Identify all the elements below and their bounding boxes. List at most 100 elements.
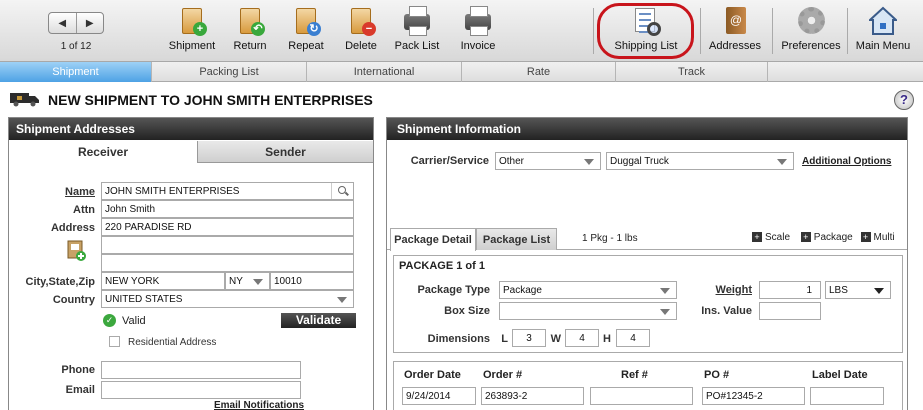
package-type-select[interactable]: Package	[499, 281, 677, 299]
ref-number-label: Ref #	[621, 369, 648, 381]
width-label: W	[550, 333, 561, 345]
return-button[interactable]: ↶ Return	[230, 6, 270, 52]
order-number-field[interactable]: 263893-2	[481, 387, 584, 405]
carrier-service-label: Carrier/Service	[410, 155, 489, 167]
email-notifications-link[interactable]: Email Notifications	[214, 400, 304, 410]
attn-field[interactable]: John Smith	[101, 200, 354, 218]
city-state-zip-label: City,State,Zip	[25, 276, 95, 288]
box-size-select[interactable]	[499, 302, 677, 320]
tab-sender[interactable]: Sender	[197, 141, 373, 163]
plus-icon: +	[193, 22, 207, 36]
title-row: NEW SHIPMENT TO JOHN SMITH ENTERPRISES ?	[0, 88, 923, 112]
toolbar-divider	[593, 8, 594, 54]
order-number-label: Order #	[483, 369, 523, 381]
ins-value-field[interactable]	[759, 302, 821, 320]
package-detail-box: PACKAGE 1 of 1 Package Type Package Box …	[393, 255, 903, 353]
toolbar-divider	[847, 8, 848, 54]
package-type-label: Package Type	[417, 284, 490, 296]
valid-status: Valid	[122, 315, 146, 327]
next-record-button[interactable]: ▶	[77, 13, 104, 33]
address-tabs: Receiver Sender	[9, 141, 373, 163]
main-menu-button[interactable]: Main Menu	[852, 6, 914, 52]
multi-button[interactable]: + Multi	[860, 232, 895, 243]
zip-field[interactable]: 10010	[270, 272, 354, 290]
minus-icon: −	[362, 22, 376, 36]
tab-track[interactable]: Track	[616, 62, 768, 82]
gear-icon	[798, 7, 825, 34]
repeat-button[interactable]: ↻ Repeat	[286, 6, 326, 52]
weight-field[interactable]: 1	[759, 281, 821, 299]
tab-package-list[interactable]: Package List	[476, 228, 557, 250]
tab-international[interactable]: International	[307, 62, 462, 82]
ref-number-field[interactable]	[590, 387, 693, 405]
weight-label: Weight	[715, 284, 752, 296]
delete-button[interactable]: − Delete	[342, 6, 380, 52]
help-button[interactable]: ?	[894, 90, 914, 110]
record-count: 1 of 12	[60, 41, 92, 52]
addresses-button[interactable]: @ Addresses	[709, 6, 761, 52]
weight-unit-select[interactable]: LBS	[825, 281, 891, 299]
preferences-button[interactable]: Preferences	[780, 6, 842, 52]
po-number-field[interactable]: PO#12345-2	[702, 387, 805, 405]
add-package-button[interactable]: + Package	[800, 232, 853, 243]
length-field[interactable]: 3	[512, 329, 546, 347]
tab-packing-list[interactable]: Packing List	[152, 62, 307, 82]
package-header: PACKAGE 1 of 1	[399, 260, 485, 272]
address-line2-field[interactable]	[101, 236, 354, 254]
tab-rate[interactable]: Rate	[462, 62, 616, 82]
name-field[interactable]: JOHN SMITH ENTERPRISES	[101, 182, 354, 200]
tab-package-detail[interactable]: Package Detail	[390, 228, 476, 251]
residential-label: Residential Address	[128, 337, 217, 348]
country-select[interactable]: UNITED STATES	[101, 290, 354, 308]
order-info-box: Order Date 9/24/2014 Order # 263893-2 Re…	[393, 361, 903, 410]
height-label: H	[603, 333, 611, 345]
additional-options-link[interactable]: Additional Options	[802, 156, 891, 167]
tab-empty	[768, 62, 923, 82]
search-icon[interactable]	[331, 183, 353, 199]
label-date-field[interactable]	[810, 387, 884, 405]
home-icon	[869, 6, 897, 35]
invoice-button[interactable]: Invoice	[456, 6, 500, 52]
order-date-field[interactable]: 9/24/2014	[402, 387, 476, 405]
service-select[interactable]: Duggal Truck	[606, 152, 794, 170]
validate-button[interactable]: Validate	[281, 313, 356, 328]
shipping-list-highlight	[597, 3, 694, 59]
toolbar: ◀ ▶ 1 of 12 + Shipment ↶ Return ↻ Repeat…	[0, 0, 923, 62]
tab-receiver[interactable]: Receiver	[9, 141, 197, 163]
email-field[interactable]	[101, 381, 301, 399]
previous-record-button[interactable]: ◀	[49, 13, 77, 33]
tab-shipment[interactable]: Shipment	[0, 62, 152, 82]
address-line3-field[interactable]	[101, 254, 354, 272]
city-field[interactable]: NEW YORK	[101, 272, 225, 290]
label-date-label: Label Date	[812, 369, 868, 381]
dimensions-label: Dimensions	[427, 333, 490, 345]
order-date-label: Order Date	[404, 369, 461, 381]
ins-value-label: Ins. Value	[701, 305, 752, 317]
attn-label: Attn	[73, 204, 95, 216]
panel-header: Shipment Information	[387, 118, 907, 140]
page-title: NEW SHIPMENT TO JOHN SMITH ENTERPRISES	[48, 92, 373, 108]
chevron-down-icon	[253, 279, 263, 285]
package-actions: + Scale + Package + Multi	[752, 232, 895, 243]
scale-button[interactable]: + Scale	[752, 232, 790, 243]
residential-checkbox[interactable]	[109, 336, 120, 347]
chevron-down-icon	[337, 297, 347, 303]
pack-list-button[interactable]: Pack List	[391, 6, 443, 52]
chevron-down-icon	[874, 288, 884, 294]
chevron-down-icon	[584, 159, 594, 165]
chevron-down-icon	[777, 159, 787, 165]
height-field[interactable]: 4	[616, 329, 650, 347]
record-navigator: ◀ ▶	[48, 12, 104, 34]
toolbar-divider	[700, 8, 701, 54]
email-label: Email	[65, 384, 95, 396]
carrier-select[interactable]: Other	[495, 152, 601, 170]
plus-icon: +	[752, 232, 762, 243]
state-select[interactable]: NY	[225, 272, 270, 290]
address-line1-field[interactable]: 220 PARADISE RD	[101, 218, 354, 236]
width-field[interactable]: 4	[565, 329, 599, 347]
add-address-icon[interactable]	[67, 240, 87, 262]
printer-icon	[465, 6, 491, 36]
box-size-label: Box Size	[444, 305, 490, 317]
shipment-button[interactable]: + Shipment	[167, 6, 217, 52]
phone-field[interactable]	[101, 361, 301, 379]
